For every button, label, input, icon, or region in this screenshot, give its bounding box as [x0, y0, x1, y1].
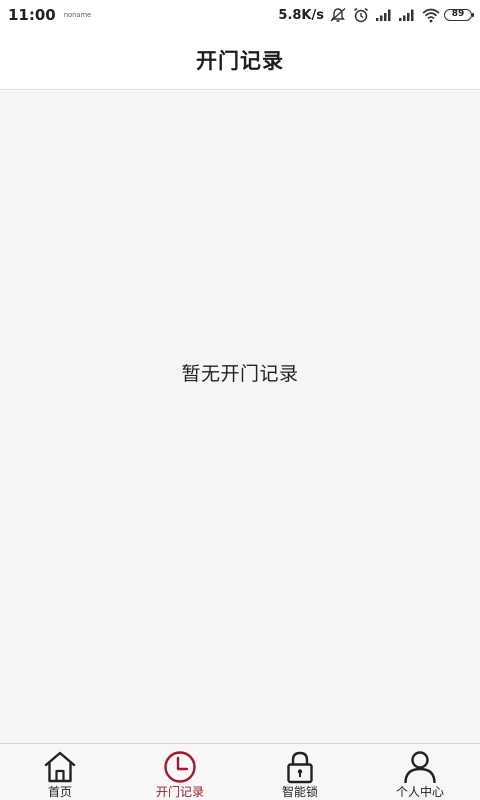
lock-icon [282, 750, 318, 784]
status-indicators: 5.8K/s 89 [278, 7, 474, 23]
screen: 11:00 noname 5.8K/s 89 开门记录 暂无开门记录 首页 开门… [0, 0, 480, 800]
records-list: 暂无开门记录 [0, 91, 480, 743]
tab-home-label: 首页 [47, 785, 72, 799]
empty-state-message: 暂无开门记录 [181, 363, 299, 385]
signal-icon-1 [375, 7, 393, 23]
notification-icon: noname [63, 11, 92, 19]
status-bar: 11:00 noname 5.8K/s 89 [0, 0, 480, 30]
status-time: 11:00 [8, 6, 56, 24]
network-speed: 5.8K/s [278, 7, 324, 23]
tab-profile[interactable]: 个人中心 [360, 744, 480, 800]
app-header: 开门记录 [0, 30, 480, 90]
home-icon [42, 750, 78, 784]
page-title: 开门记录 [196, 48, 284, 73]
tab-unlock-records[interactable]: 开门记录 [120, 744, 240, 800]
tab-home[interactable]: 首页 [0, 744, 120, 800]
wifi-icon [421, 7, 440, 23]
alarm-icon [352, 7, 370, 23]
tab-smart-lock[interactable]: 智能锁 [240, 744, 360, 800]
clock-icon [162, 750, 198, 784]
mute-bell-icon [329, 7, 347, 23]
battery-indicator: 89 [444, 9, 474, 21]
tab-smart-lock-label: 智能锁 [281, 785, 318, 799]
person-icon [402, 750, 438, 784]
tab-unlock-records-label: 开门记录 [155, 785, 204, 799]
bottom-tab-bar: 首页 开门记录 智能锁 个人中心 [0, 743, 480, 800]
signal-icon-2 [398, 7, 416, 23]
tab-profile-label: 个人中心 [395, 785, 444, 799]
